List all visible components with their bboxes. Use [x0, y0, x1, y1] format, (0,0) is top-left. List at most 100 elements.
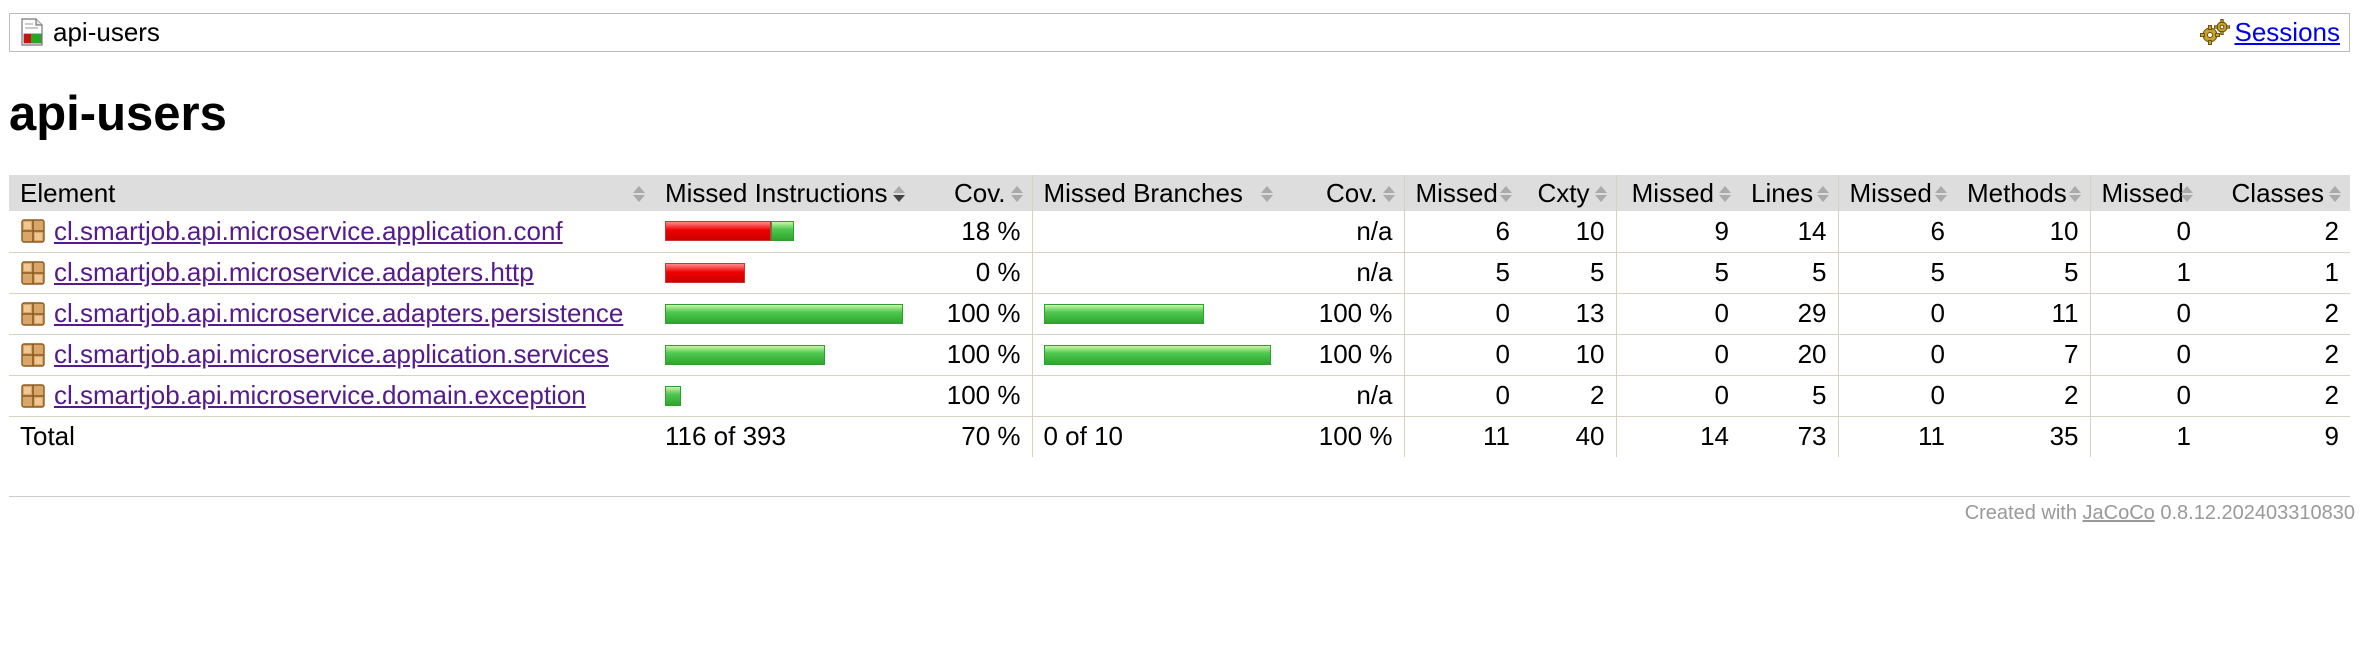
classes: 2	[2324, 339, 2339, 369]
branches-bar-cell	[1031, 252, 1282, 293]
missed-cxty: 5	[1403, 252, 1521, 293]
footer-version: 0.8.12.202403310830	[2160, 502, 2355, 524]
header-methods[interactable]: Methods	[1956, 175, 2090, 211]
header-cov-branches[interactable]: Cov.	[1282, 175, 1404, 211]
missed-classes: 0	[2089, 334, 2202, 375]
instructions-cov: 18 %	[961, 215, 1021, 246]
sort-icon	[1261, 186, 1273, 202]
header-lines[interactable]: Lines	[1740, 175, 1838, 211]
branches-bar	[1044, 386, 1272, 406]
package-link[interactable]: cl.smartjob.api.microservice.application…	[54, 216, 563, 247]
sort-icon	[1500, 186, 1512, 202]
branches-cov: n/a	[1356, 215, 1393, 246]
element-cell: cl.smartjob.api.microservice.application…	[9, 334, 654, 375]
sessions-link[interactable]: Sessions	[2235, 18, 2341, 46]
missed-classes: 1	[2089, 252, 2202, 293]
total-methods: 35	[2049, 421, 2079, 452]
header-missed-classes-label: Missed	[2101, 177, 2184, 208]
missed-methods: 6	[1837, 211, 1956, 252]
sort-icon	[2181, 186, 2193, 202]
sort-icon	[1382, 186, 1395, 202]
missed-methods: 0	[1837, 375, 1956, 416]
package-entry: cl.smartjob.api.microservice.application…	[20, 216, 643, 247]
total-lines: 73	[1797, 421, 1827, 452]
page-title: api-users	[9, 87, 227, 141]
table-header-row: Element Missed Instructions Cov. Missed …	[9, 175, 2350, 211]
header-classes-label: Classes	[2231, 177, 2324, 208]
instructions-bar	[665, 221, 903, 242]
classes: 2	[2324, 215, 2339, 246]
missed-methods: 5	[1837, 252, 1956, 293]
header-missed-cxty-label: Missed	[1415, 177, 1498, 208]
package-icon	[21, 301, 45, 326]
missed-lines: 0	[1615, 375, 1740, 416]
instructions-bar	[665, 303, 903, 324]
instructions-cov: 100 %	[946, 380, 1021, 410]
missed-classes: 0	[2089, 211, 2202, 252]
instructions-bar-cell	[654, 252, 914, 293]
header-element-label: Element	[20, 177, 116, 208]
lines: 20	[1797, 339, 1827, 369]
package-link[interactable]: cl.smartjob.api.microservice.adapters.pe…	[54, 298, 623, 329]
coverage-table: Element Missed Instructions Cov. Missed …	[9, 175, 2350, 457]
covered-segment	[1043, 303, 1204, 324]
covered-segment	[665, 385, 681, 406]
package-link[interactable]: cl.smartjob.api.microservice.domain.exce…	[54, 380, 586, 411]
methods: 11	[2051, 298, 2079, 328]
header-missed-methods[interactable]: Missed	[1837, 175, 1956, 211]
methods: 5	[2064, 257, 2079, 287]
package-icon	[21, 383, 45, 408]
package-entry: cl.smartjob.api.microservice.adapters.ht…	[20, 257, 643, 288]
cxty: 13	[1575, 298, 1605, 328]
header-element[interactable]: Element	[9, 175, 654, 211]
branches-bar	[1044, 221, 1272, 241]
package-link[interactable]: cl.smartjob.api.microservice.adapters.ht…	[54, 257, 534, 288]
header-missed-instructions[interactable]: Missed Instructions	[654, 175, 914, 211]
header-cxty[interactable]: Cxty	[1521, 175, 1616, 211]
missed-methods: 0	[1837, 334, 1956, 375]
header-cov-instructions[interactable]: Cov.	[914, 175, 1032, 211]
element-cell: cl.smartjob.api.microservice.adapters.pe…	[9, 293, 654, 334]
instructions-bar-cell	[654, 334, 914, 375]
breadcrumb-left: api-users	[19, 18, 160, 46]
missed-segment	[665, 221, 771, 242]
sort-icon	[1719, 186, 1731, 202]
total-cxty: 40	[1575, 421, 1605, 452]
branches-bar-cell	[1031, 334, 1282, 375]
header-cov-instructions-label: Cov.	[953, 177, 1006, 208]
branches-cov: n/a	[1356, 257, 1393, 287]
total-missed-cxty: 11	[1403, 416, 1521, 457]
header-lines-label: Lines	[1751, 177, 1814, 208]
header-missed-branches[interactable]: Missed Branches	[1031, 175, 1282, 211]
instructions-cov: 0 %	[975, 257, 1021, 287]
header-cov-branches-label: Cov.	[1325, 177, 1378, 208]
package-link[interactable]: cl.smartjob.api.microservice.application…	[54, 339, 609, 370]
cxty: 10	[1575, 339, 1605, 369]
covered-segment	[665, 344, 825, 365]
jacoco-link[interactable]: JaCoCo	[2083, 502, 2155, 524]
table-body: cl.smartjob.api.microservice.application…	[9, 211, 2350, 416]
methods: 2	[2064, 380, 2079, 410]
instructions-bar-cell	[654, 211, 914, 252]
branches-bar	[1043, 344, 1271, 365]
total-missed-lines: 14	[1615, 416, 1740, 457]
package-entry: cl.smartjob.api.microservice.application…	[20, 339, 643, 370]
instructions-bar-cell	[654, 375, 914, 416]
total-label: Total	[20, 421, 75, 452]
table-row: cl.smartjob.api.microservice.adapters.ht…	[9, 252, 2350, 293]
header-missed-lines[interactable]: Missed	[1615, 175, 1740, 211]
report-icon	[21, 18, 43, 46]
header-classes[interactable]: Classes	[2202, 175, 2350, 211]
sort-icon	[1594, 186, 1607, 202]
package-entry: cl.smartjob.api.microservice.adapters.pe…	[20, 298, 643, 329]
covered-segment	[1043, 344, 1271, 365]
branches-cov: 100 %	[1318, 298, 1393, 328]
element-cell: cl.smartjob.api.microservice.application…	[9, 211, 654, 252]
header-missed-cxty[interactable]: Missed	[1403, 175, 1521, 211]
methods: 10	[2049, 215, 2079, 246]
total-missed-methods: 11	[1837, 416, 1956, 457]
instructions-bar-cell	[654, 293, 914, 334]
missed-segment	[665, 262, 745, 283]
branches-bar-cell	[1031, 375, 1282, 416]
header-missed-classes[interactable]: Missed	[2089, 175, 2202, 211]
